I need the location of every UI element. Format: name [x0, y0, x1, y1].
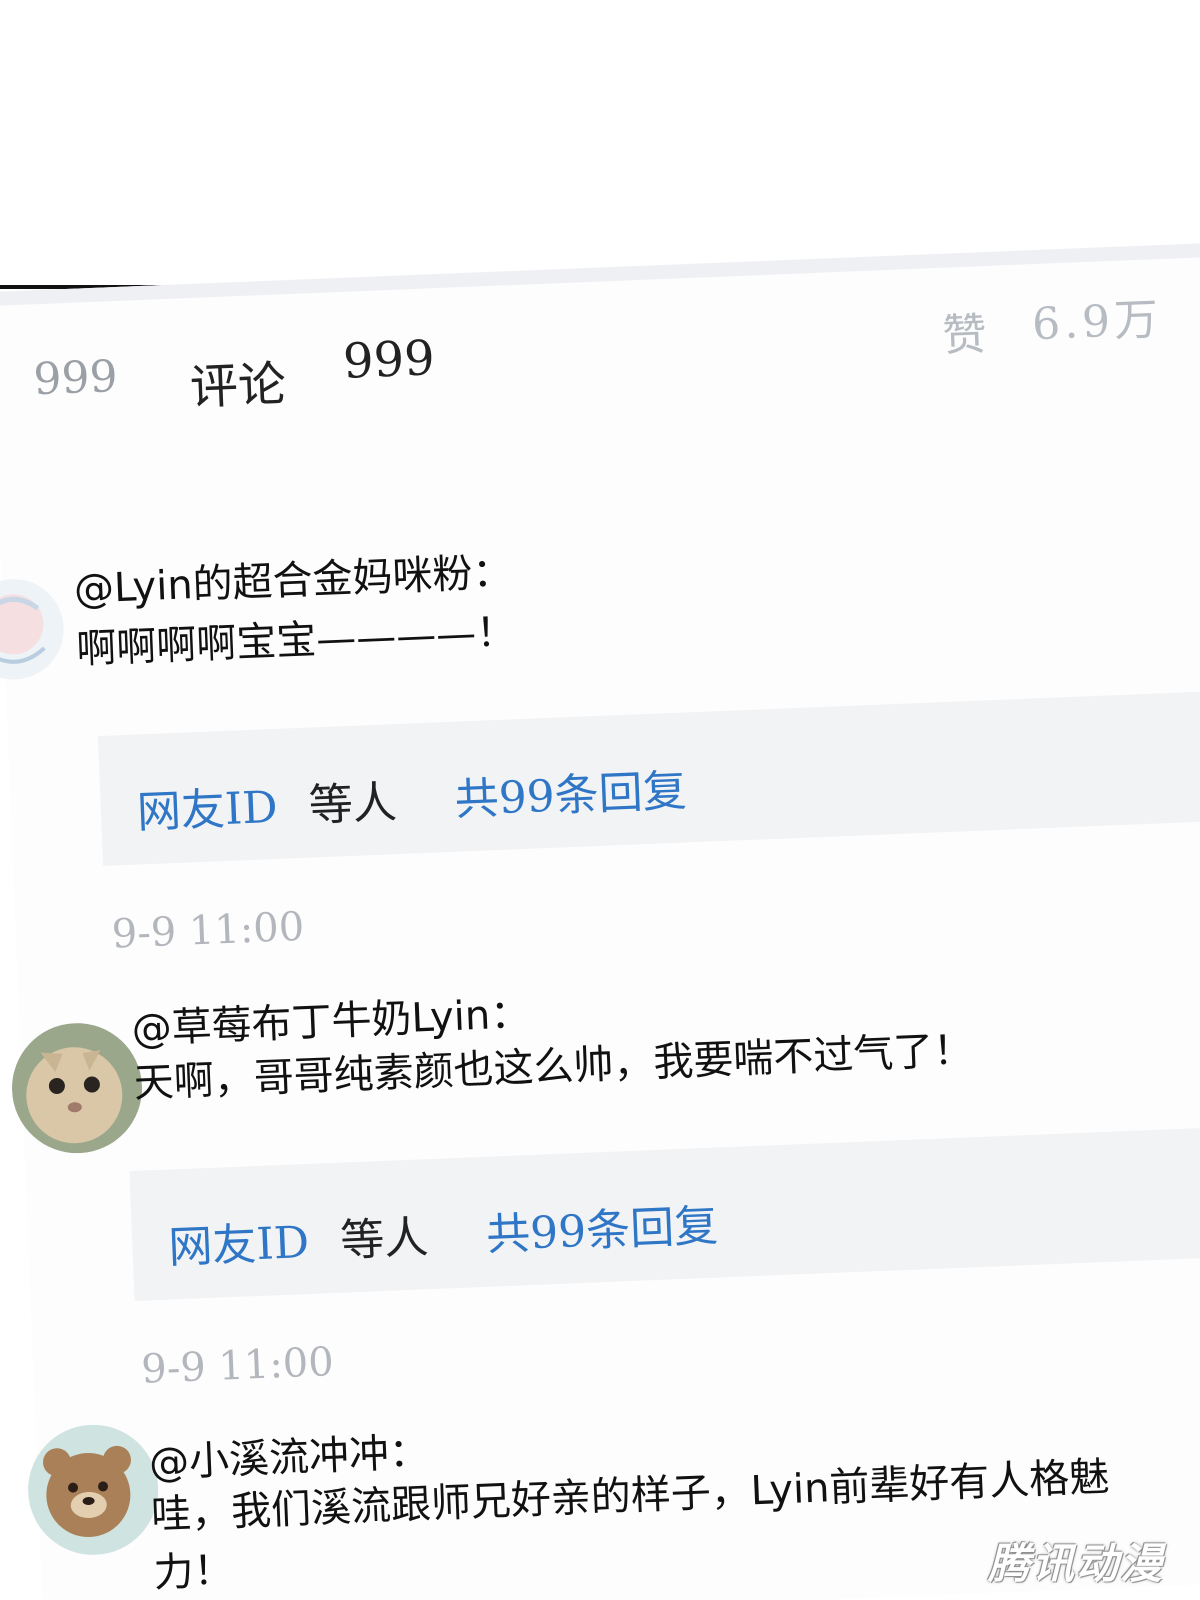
watermark-logo: 腾讯动漫 [988, 1539, 1165, 1588]
reply-etc-label: 等人 [307, 777, 398, 832]
tab-comments-count: 999 [341, 330, 436, 390]
reply-summary[interactable]: 网友ID 等人 共99条回复 [129, 1125, 1200, 1302]
reply-summary[interactable]: 网友ID 等人 共99条回复 [97, 689, 1200, 866]
reply-user-id[interactable]: 网友ID [167, 1206, 310, 1276]
bear-avatar-icon [25, 1422, 161, 1558]
avatar[interactable] [9, 1020, 145, 1156]
reply-etc-label: 等人 [339, 1212, 430, 1267]
tab-count-left[interactable]: 999 [33, 351, 119, 405]
cat-avatar-icon [9, 1020, 145, 1156]
likes-label[interactable]: 赞 [941, 298, 988, 364]
reply-user-id[interactable]: 网友ID [136, 771, 279, 841]
tab-comments[interactable]: 评论 [188, 344, 287, 418]
blank-area [0, 0, 1200, 287]
comment-timestamp: 9-9 11:00 [110, 903, 306, 958]
comment-screen: 999 评论 999 赞 6.9万 @Lyin的超合金妈咪粉： 啊啊啊啊宝宝——… [0, 242, 1200, 1600]
avatar[interactable] [0, 577, 66, 682]
likes-count: 6.9万 [1031, 294, 1164, 351]
comment-timestamp: 9-9 11:00 [140, 1339, 335, 1393]
reply-total-link[interactable]: 共99条回复 [485, 1190, 719, 1263]
avatar[interactable] [25, 1422, 161, 1558]
avatar-image-icon [0, 577, 66, 682]
reply-total-link[interactable]: 共99条回复 [453, 754, 688, 827]
comic-panel: 999 评论 999 赞 6.9万 @Lyin的超合金妈咪粉： 啊啊啊啊宝宝——… [0, 0, 1200, 1600]
